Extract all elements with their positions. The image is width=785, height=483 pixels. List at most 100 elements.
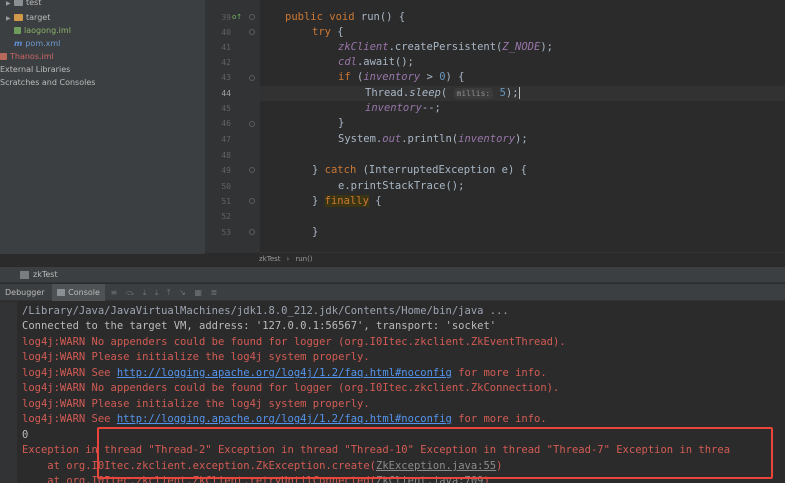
current-line-highlight bbox=[260, 86, 785, 101]
tree-item-target[interactable]: ▶ target bbox=[6, 11, 50, 24]
layout-icon[interactable]: ≣ bbox=[210, 284, 217, 301]
breadcrumb: zkTest › run() bbox=[205, 252, 785, 264]
code-editor[interactable]: 39 o↑ 40 41 42 43 44 45 46 47 48 49 50 5… bbox=[205, 0, 785, 252]
code-text: ( bbox=[350, 71, 364, 83]
iml-file-icon bbox=[14, 27, 21, 34]
code-line-49[interactable]: } catch (InterruptedException e) { bbox=[312, 163, 527, 178]
console-line: log4j:WARN Please initialize the log4j s… bbox=[22, 398, 370, 410]
folder-icon bbox=[14, 0, 23, 6]
evaluate-icon[interactable]: ▦ bbox=[194, 284, 202, 301]
expand-arrow-icon[interactable]: ▶ bbox=[6, 12, 14, 25]
line-number: 39 bbox=[221, 13, 231, 22]
code-text: ); bbox=[505, 87, 519, 99]
code-line-47[interactable]: System.out.println(inventory); bbox=[338, 132, 528, 147]
tree-item-label: laogong.iml bbox=[24, 26, 71, 35]
console-text: log4j:WARN See bbox=[22, 413, 117, 425]
code-line-39[interactable]: public void run() { bbox=[285, 10, 405, 25]
console-line: log4j:WARN See http://logging.apache.org… bbox=[22, 366, 547, 382]
tree-item-external-libraries[interactable]: External Libraries bbox=[0, 63, 70, 76]
fold-marker-icon[interactable] bbox=[249, 29, 255, 35]
override-marker-icon[interactable]: o↑ bbox=[232, 10, 242, 25]
code-line-42[interactable]: cdl.await(); bbox=[338, 55, 414, 70]
line-number: 47 bbox=[221, 135, 231, 144]
code-line-40[interactable]: try { bbox=[312, 25, 344, 40]
step-into-icon[interactable]: ⤓ bbox=[143, 284, 147, 301]
tree-item-pom-xml[interactable]: m pom.xml bbox=[14, 37, 60, 50]
run-config-icon bbox=[20, 270, 29, 279]
code-line-50[interactable]: e.printStackTrace(); bbox=[338, 179, 464, 194]
code-text: .createPersistent( bbox=[388, 41, 503, 53]
breadcrumb-class[interactable]: zkTest bbox=[259, 255, 281, 263]
console-line: log4j:WARN No appenders could be found f… bbox=[22, 336, 566, 348]
tree-item-scratches[interactable]: Scratches and Consoles bbox=[0, 76, 95, 89]
breadcrumb-method[interactable]: run() bbox=[295, 255, 312, 263]
log4j-faq-link[interactable]: http://logging.apache.org/log4j/1.2/faq.… bbox=[117, 367, 452, 379]
keyword: public void bbox=[285, 11, 355, 23]
code-text: ); bbox=[540, 41, 553, 53]
number-literal: 5 bbox=[493, 87, 506, 99]
line-number: 41 bbox=[221, 43, 231, 52]
code-text: > bbox=[420, 71, 440, 83]
tab-debugger[interactable]: Debugger bbox=[0, 284, 50, 301]
code-text: } bbox=[312, 195, 325, 207]
maven-icon: m bbox=[14, 39, 23, 48]
code-line-41[interactable]: zkClient.createPersistent(Z_NODE); bbox=[338, 40, 553, 55]
code-text: { bbox=[330, 26, 344, 38]
line-number: 45 bbox=[221, 104, 231, 113]
folder-icon bbox=[14, 14, 23, 21]
code-text: ) { bbox=[445, 71, 465, 83]
console-line: Connected to the target VM, address: '12… bbox=[22, 320, 497, 332]
editor-gutter: 39 o↑ 40 41 42 43 44 45 46 47 48 49 50 5… bbox=[205, 0, 260, 252]
code-line-45[interactable]: inventory--; bbox=[365, 101, 441, 116]
code-text: run() { bbox=[354, 11, 406, 23]
fold-marker-icon[interactable] bbox=[249, 198, 255, 204]
run-to-cursor-icon[interactable]: ↘ bbox=[179, 284, 186, 301]
tree-item-label: target bbox=[26, 13, 51, 22]
code-text: { bbox=[368, 195, 382, 207]
tree-item-laogong-iml[interactable]: laogong.iml bbox=[14, 24, 71, 37]
tree-item-thanos-iml[interactable]: Thanos.iml bbox=[0, 50, 54, 63]
keyword: catch bbox=[324, 164, 357, 176]
code-text: } bbox=[312, 226, 319, 238]
fold-marker-icon[interactable] bbox=[249, 121, 255, 127]
fold-marker-icon[interactable] bbox=[249, 229, 255, 235]
fold-marker-icon[interactable] bbox=[249, 75, 255, 81]
code-text: --; bbox=[421, 102, 441, 114]
code-text: .await(); bbox=[356, 56, 414, 68]
code-text: e.printStackTrace(); bbox=[338, 180, 465, 192]
method-ref: sleep bbox=[409, 87, 441, 99]
tree-item-label: Thanos.iml bbox=[10, 52, 54, 61]
console-line: log4j:WARN See http://logging.apache.org… bbox=[22, 412, 547, 428]
field-ref: cdl bbox=[338, 56, 357, 68]
line-number: 46 bbox=[221, 119, 231, 128]
log4j-faq-link[interactable]: http://logging.apache.org/log4j/1.2/faq.… bbox=[117, 413, 452, 425]
code-text: } bbox=[338, 117, 345, 129]
menu-icon[interactable]: ≡ bbox=[110, 284, 117, 301]
step-over-icon[interactable]: ⤼ bbox=[126, 284, 135, 301]
annotation-highlight-box bbox=[97, 427, 773, 479]
code-line-46[interactable]: } bbox=[338, 116, 344, 131]
line-number: 50 bbox=[221, 182, 231, 191]
code-line-43[interactable]: if (inventory > 0) { bbox=[338, 70, 464, 85]
tab-zktest[interactable]: zkTest bbox=[33, 270, 58, 279]
code-line-51[interactable]: } finally { bbox=[312, 194, 382, 209]
constant-ref: Z_NODE bbox=[502, 41, 541, 53]
force-step-into-icon[interactable]: ⤓ bbox=[155, 284, 159, 301]
tree-item-label: External Libraries bbox=[0, 65, 71, 74]
tab-console[interactable]: Console bbox=[52, 284, 105, 301]
step-out-icon[interactable]: ⤒ bbox=[167, 284, 171, 301]
iml-file-icon bbox=[0, 53, 7, 60]
parameter-hint: millis: bbox=[453, 88, 494, 99]
line-number: 52 bbox=[221, 212, 231, 221]
tab-console-label: Console bbox=[68, 288, 100, 297]
code-line-53[interactable]: } bbox=[312, 225, 318, 240]
line-number: 43 bbox=[221, 73, 231, 82]
code-line-44[interactable]: Thread.sleep( millis: 5); bbox=[365, 86, 520, 101]
tree-item-label: test bbox=[26, 0, 42, 7]
tree-item-test[interactable]: ▶ test bbox=[6, 0, 41, 9]
project-tree-panel: ▶ test ▶ target laogong.iml m pom.xml Thano… bbox=[0, 0, 205, 254]
fold-marker-icon[interactable] bbox=[249, 167, 255, 173]
code-text: .println( bbox=[401, 133, 459, 145]
fold-marker-icon[interactable] bbox=[249, 14, 255, 20]
expand-arrow-icon[interactable]: ▶ bbox=[6, 0, 14, 10]
